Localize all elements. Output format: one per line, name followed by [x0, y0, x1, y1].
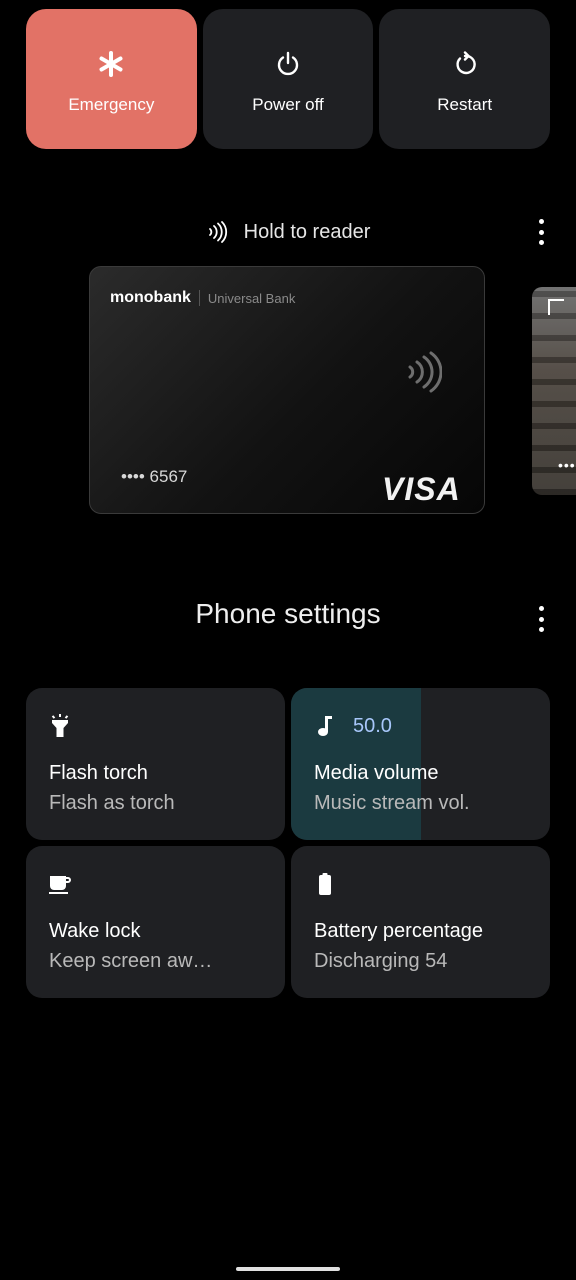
next-payment-card[interactable]: ••••	[532, 287, 576, 495]
media-volume-tile[interactable]: 50.0 Media volume Music stream vol.	[291, 688, 550, 840]
next-card-masked-number: ••••	[558, 457, 576, 473]
phone-settings-title: Phone settings	[195, 598, 381, 629]
power-icon	[273, 49, 303, 79]
tile-title: Battery percentage	[314, 920, 483, 942]
tile-subtitle: Keep screen aw…	[49, 950, 213, 972]
tile-title: Media volume	[314, 762, 439, 784]
settings-tiles: Flash torch Flash as torch 50.0 Media vo…	[26, 688, 550, 998]
power-menu: Emergency Power off Restart	[26, 9, 551, 149]
hold-to-reader-label: Hold to reader	[243, 220, 371, 243]
bank-name: monobank	[110, 289, 191, 306]
power-off-label: Power off	[252, 95, 324, 114]
emergency-button[interactable]: Emergency	[26, 9, 197, 149]
brand-divider	[198, 290, 200, 306]
power-off-button[interactable]: Power off	[202, 9, 374, 149]
flashlight-icon	[48, 714, 72, 738]
wake-lock-tile[interactable]: Wake lock Keep screen aw…	[26, 846, 285, 998]
payment-card[interactable]: monobank Universal Bank •••• 6567 VISA	[89, 266, 485, 514]
tile-subtitle: Music stream vol.	[314, 792, 470, 814]
tile-subtitle: Discharging 54	[314, 950, 448, 972]
restart-icon	[450, 49, 480, 79]
restart-button[interactable]: Restart	[379, 9, 551, 149]
home-indicator[interactable]	[236, 1267, 340, 1271]
restart-label: Restart	[437, 95, 493, 114]
nfc-icon	[206, 221, 228, 243]
card-logo-icon	[548, 299, 564, 315]
card-brand: monobank Universal Bank	[110, 289, 295, 307]
wallet-header: Hold to reader	[0, 212, 576, 252]
battery-icon	[313, 872, 337, 896]
card-masked-number: •••• 6567	[121, 467, 188, 486]
emergency-label: Emergency	[68, 95, 155, 114]
card-network-logo: VISA	[382, 471, 461, 507]
tile-subtitle: Flash as torch	[49, 792, 175, 814]
flash-torch-tile[interactable]: Flash torch Flash as torch	[26, 688, 285, 840]
volume-value: 50.0	[353, 715, 392, 737]
bank-subtitle: Universal Bank	[207, 290, 296, 306]
tile-title: Flash torch	[49, 762, 148, 784]
coffee-cup-icon	[48, 872, 72, 896]
contactless-icon	[406, 351, 443, 393]
tile-title: Wake lock	[49, 920, 141, 942]
wallet-more-options-icon[interactable]	[537, 219, 545, 245]
asterisk-icon	[96, 49, 126, 79]
battery-percentage-tile[interactable]: Battery percentage Discharging 54	[291, 846, 550, 998]
settings-more-options-icon[interactable]	[537, 606, 545, 632]
music-note-icon	[313, 714, 337, 738]
